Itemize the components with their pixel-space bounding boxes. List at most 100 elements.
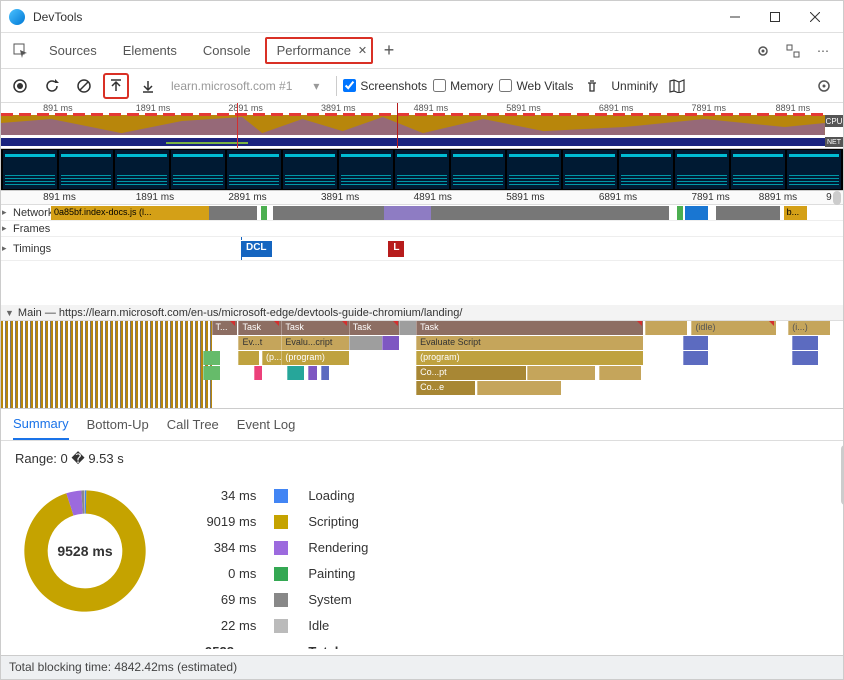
network-item[interactable]: 0a85bf.index-docs.js (l...: [51, 206, 209, 220]
frames-track[interactable]: Frames: [1, 221, 843, 237]
minimize-button[interactable]: [715, 3, 755, 31]
network-item[interactable]: [261, 206, 267, 220]
maximize-button[interactable]: [755, 3, 795, 31]
filmstrip-frame[interactable]: [563, 150, 617, 189]
flame-block[interactable]: [349, 336, 383, 350]
main-thread-header[interactable]: ▼ Main — https://learn.microsoft.com/en-…: [1, 305, 843, 321]
flame-block[interactable]: [203, 366, 220, 380]
load-profile-button[interactable]: [103, 73, 129, 99]
filmstrip-frame[interactable]: [115, 150, 169, 189]
flame-task[interactable]: Task: [416, 321, 643, 335]
filmstrip-frame[interactable]: [283, 150, 337, 189]
reload-record-button[interactable]: [39, 73, 65, 99]
network-item[interactable]: [273, 206, 384, 220]
record-button[interactable]: [7, 73, 33, 99]
load-marker[interactable]: L: [388, 241, 404, 257]
settings-gear-icon[interactable]: [749, 37, 777, 65]
flame-block[interactable]: [477, 381, 561, 395]
flame-task[interactable]: Task: [281, 321, 348, 335]
filmstrip-frame[interactable]: [675, 150, 729, 189]
tab-elements[interactable]: Elements: [111, 37, 189, 64]
selection-handle-right[interactable]: [397, 103, 398, 148]
network-item[interactable]: [431, 206, 669, 220]
flame-block[interactable]: [287, 366, 304, 380]
filmstrip-frame[interactable]: [507, 150, 561, 189]
source-dropdown-icon[interactable]: ▾: [302, 72, 330, 100]
scrollbar-thumb[interactable]: [833, 191, 841, 205]
filmstrip-frame[interactable]: [395, 150, 449, 189]
tab-performance[interactable]: Performance ✕: [265, 37, 373, 64]
tab-sources[interactable]: Sources: [37, 37, 109, 64]
scrollbar-thumb[interactable]: [841, 445, 843, 505]
flame-idle[interactable]: (idle): [691, 321, 775, 335]
flame-block[interactable]: Ev...t: [238, 336, 280, 350]
network-item[interactable]: b...: [784, 206, 808, 220]
network-item[interactable]: [677, 206, 683, 220]
flame-block[interactable]: [645, 321, 687, 335]
inspect-icon[interactable]: [7, 37, 35, 65]
filmstrip-frame[interactable]: [731, 150, 785, 189]
filmstrip-frame[interactable]: [59, 150, 113, 189]
webvitals-checkbox[interactable]: Web Vitals: [499, 79, 573, 93]
save-profile-button[interactable]: [135, 73, 161, 99]
flame-block[interactable]: [321, 366, 329, 380]
flame-block[interactable]: Co...pt: [416, 366, 525, 380]
close-tab-icon[interactable]: ✕: [358, 44, 367, 57]
flame-block[interactable]: [382, 336, 399, 350]
flame-block[interactable]: [308, 366, 316, 380]
flame-block[interactable]: (p...): [262, 351, 281, 365]
tab-event-log[interactable]: Event Log: [237, 410, 296, 439]
flame-block[interactable]: Evalu...cript: [281, 336, 348, 350]
flame-block[interactable]: [203, 351, 220, 365]
flame-chart[interactable]: T... Task Task Task Task (idle) (i...) E…: [1, 321, 843, 409]
flame-idle[interactable]: (i...): [788, 321, 830, 335]
tab-summary[interactable]: Summary: [13, 409, 69, 440]
flame-block[interactable]: [792, 351, 817, 365]
flame-block[interactable]: [683, 336, 708, 350]
flame-block[interactable]: (program): [416, 351, 643, 365]
screenshots-checkbox[interactable]: Screenshots: [343, 79, 427, 93]
flame-block[interactable]: [792, 336, 817, 350]
map-icon[interactable]: [664, 73, 690, 99]
flame-block[interactable]: [527, 366, 594, 380]
unminify-button[interactable]: Unminify: [611, 79, 658, 93]
dcl-marker[interactable]: DCL: [241, 241, 272, 257]
filmstrip-frame[interactable]: [787, 150, 841, 189]
flame-block[interactable]: (program): [281, 351, 348, 365]
selection-handle-left[interactable]: [237, 103, 238, 148]
filmstrip-frame[interactable]: [3, 150, 57, 189]
close-window-button[interactable]: [795, 3, 835, 31]
dock-side-icon[interactable]: [779, 37, 807, 65]
network-item[interactable]: [685, 206, 709, 220]
network-item[interactable]: [209, 206, 257, 220]
more-menu-icon[interactable]: ⋯: [809, 37, 837, 65]
flame-block[interactable]: [238, 351, 259, 365]
network-item[interactable]: [384, 206, 432, 220]
collapse-icon[interactable]: ▼: [5, 308, 14, 318]
flame-block[interactable]: [683, 351, 708, 365]
garbage-collect-icon[interactable]: [579, 73, 605, 99]
filmstrip-frame[interactable]: [171, 150, 225, 189]
flame-block[interactable]: [399, 321, 416, 335]
capture-settings-icon[interactable]: [811, 73, 837, 99]
filmstrip-frame[interactable]: [227, 150, 281, 189]
add-tab-button[interactable]: +: [375, 37, 403, 65]
tab-console[interactable]: Console: [191, 37, 263, 64]
flame-block[interactable]: [254, 366, 262, 380]
flame-block[interactable]: Evaluate Script: [416, 336, 643, 350]
recording-source[interactable]: learn.microsoft.com #1: [171, 79, 292, 93]
tab-bottom-up[interactable]: Bottom-Up: [87, 410, 149, 439]
filmstrip-frame[interactable]: [619, 150, 673, 189]
flame-block[interactable]: Co...e: [416, 381, 475, 395]
screenshot-filmstrip[interactable]: [1, 149, 843, 191]
filmstrip-frame[interactable]: [451, 150, 505, 189]
filmstrip-frame[interactable]: [339, 150, 393, 189]
clear-button[interactable]: [71, 73, 97, 99]
tab-call-tree[interactable]: Call Tree: [167, 410, 219, 439]
overview-minimap[interactable]: 891 ms 1891 ms 2891 ms 3891 ms 4891 ms 5…: [1, 103, 843, 149]
memory-checkbox[interactable]: Memory: [433, 79, 493, 93]
network-track[interactable]: Network 0a85bf.index-docs.js (l... b...: [1, 205, 843, 221]
network-item[interactable]: [716, 206, 779, 220]
flame-block[interactable]: [599, 366, 641, 380]
timings-track[interactable]: Timings DCL L: [1, 237, 843, 261]
